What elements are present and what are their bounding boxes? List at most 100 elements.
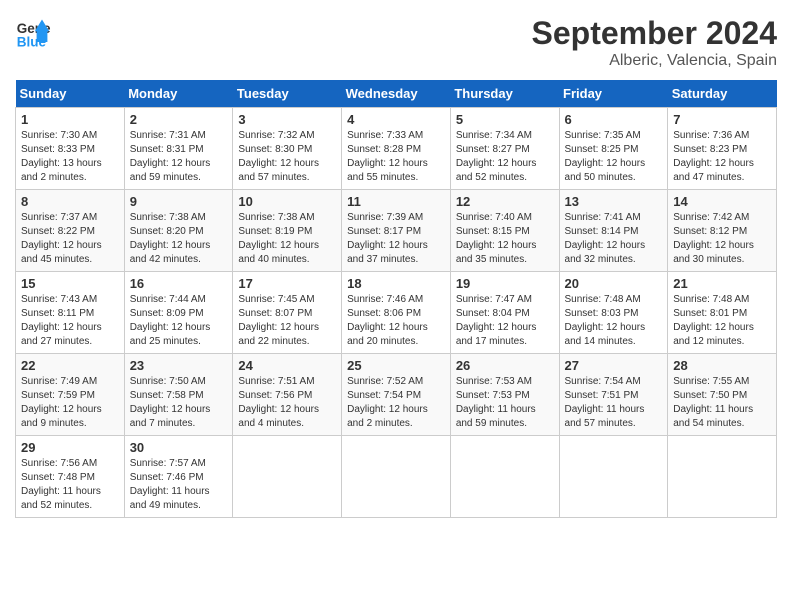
table-row: 6 Sunrise: 7:35 AMSunset: 8:25 PMDayligh… bbox=[559, 108, 668, 190]
weekday-header-saturday: Saturday bbox=[668, 80, 777, 108]
day-number: 6 bbox=[565, 112, 663, 127]
day-number: 2 bbox=[130, 112, 228, 127]
table-row: 10 Sunrise: 7:38 AMSunset: 8:19 PMDaylig… bbox=[233, 190, 342, 272]
day-number: 3 bbox=[238, 112, 336, 127]
day-detail: Sunrise: 7:40 AMSunset: 8:15 PMDaylight:… bbox=[456, 212, 537, 265]
day-number: 24 bbox=[238, 358, 336, 373]
day-detail: Sunrise: 7:43 AMSunset: 8:11 PMDaylight:… bbox=[21, 294, 102, 347]
day-detail: Sunrise: 7:49 AMSunset: 7:59 PMDaylight:… bbox=[21, 376, 102, 429]
weekday-header-thursday: Thursday bbox=[450, 80, 559, 108]
day-number: 20 bbox=[565, 276, 663, 291]
day-detail: Sunrise: 7:48 AMSunset: 8:03 PMDaylight:… bbox=[565, 294, 646, 347]
day-detail: Sunrise: 7:45 AMSunset: 8:07 PMDaylight:… bbox=[238, 294, 319, 347]
day-number: 7 bbox=[673, 112, 771, 127]
day-detail: Sunrise: 7:34 AMSunset: 8:27 PMDaylight:… bbox=[456, 130, 537, 183]
weekday-header-sunday: Sunday bbox=[16, 80, 125, 108]
title-area: September 2024 Alberic, Valencia, Spain bbox=[532, 15, 777, 70]
week-row-2: 8 Sunrise: 7:37 AMSunset: 8:22 PMDayligh… bbox=[16, 190, 777, 272]
day-detail: Sunrise: 7:46 AMSunset: 8:06 PMDaylight:… bbox=[347, 294, 428, 347]
day-number: 19 bbox=[456, 276, 554, 291]
day-number: 15 bbox=[21, 276, 119, 291]
day-number: 16 bbox=[130, 276, 228, 291]
day-number: 21 bbox=[673, 276, 771, 291]
day-detail: Sunrise: 7:47 AMSunset: 8:04 PMDaylight:… bbox=[456, 294, 537, 347]
table-row: 26 Sunrise: 7:53 AMSunset: 7:53 PMDaylig… bbox=[450, 354, 559, 436]
week-row-4: 22 Sunrise: 7:49 AMSunset: 7:59 PMDaylig… bbox=[16, 354, 777, 436]
logo: General Blue bbox=[15, 15, 51, 51]
day-number: 26 bbox=[456, 358, 554, 373]
day-detail: Sunrise: 7:32 AMSunset: 8:30 PMDaylight:… bbox=[238, 130, 319, 183]
table-row: 5 Sunrise: 7:34 AMSunset: 8:27 PMDayligh… bbox=[450, 108, 559, 190]
day-number: 23 bbox=[130, 358, 228, 373]
week-row-3: 15 Sunrise: 7:43 AMSunset: 8:11 PMDaylig… bbox=[16, 272, 777, 354]
table-row: 16 Sunrise: 7:44 AMSunset: 8:09 PMDaylig… bbox=[124, 272, 233, 354]
day-detail: Sunrise: 7:44 AMSunset: 8:09 PMDaylight:… bbox=[130, 294, 211, 347]
day-detail: Sunrise: 7:51 AMSunset: 7:56 PMDaylight:… bbox=[238, 376, 319, 429]
weekday-header-friday: Friday bbox=[559, 80, 668, 108]
day-detail: Sunrise: 7:53 AMSunset: 7:53 PMDaylight:… bbox=[456, 376, 536, 429]
table-row: 8 Sunrise: 7:37 AMSunset: 8:22 PMDayligh… bbox=[16, 190, 125, 272]
day-detail: Sunrise: 7:41 AMSunset: 8:14 PMDaylight:… bbox=[565, 212, 646, 265]
location-title: Alberic, Valencia, Spain bbox=[532, 52, 777, 70]
table-row: 3 Sunrise: 7:32 AMSunset: 8:30 PMDayligh… bbox=[233, 108, 342, 190]
day-number: 28 bbox=[673, 358, 771, 373]
table-row: 24 Sunrise: 7:51 AMSunset: 7:56 PMDaylig… bbox=[233, 354, 342, 436]
day-number: 22 bbox=[21, 358, 119, 373]
table-row: 15 Sunrise: 7:43 AMSunset: 8:11 PMDaylig… bbox=[16, 272, 125, 354]
table-row bbox=[668, 436, 777, 518]
table-row: 19 Sunrise: 7:47 AMSunset: 8:04 PMDaylig… bbox=[450, 272, 559, 354]
day-number: 9 bbox=[130, 194, 228, 209]
day-number: 14 bbox=[673, 194, 771, 209]
table-row: 29 Sunrise: 7:56 AMSunset: 7:48 PMDaylig… bbox=[16, 436, 125, 518]
day-number: 12 bbox=[456, 194, 554, 209]
weekday-header-row: SundayMondayTuesdayWednesdayThursdayFrid… bbox=[16, 80, 777, 108]
day-number: 25 bbox=[347, 358, 445, 373]
day-detail: Sunrise: 7:56 AMSunset: 7:48 PMDaylight:… bbox=[21, 458, 101, 511]
day-detail: Sunrise: 7:38 AMSunset: 8:19 PMDaylight:… bbox=[238, 212, 319, 265]
table-row: 2 Sunrise: 7:31 AMSunset: 8:31 PMDayligh… bbox=[124, 108, 233, 190]
day-detail: Sunrise: 7:30 AMSunset: 8:33 PMDaylight:… bbox=[21, 130, 102, 183]
table-row: 30 Sunrise: 7:57 AMSunset: 7:46 PMDaylig… bbox=[124, 436, 233, 518]
day-number: 11 bbox=[347, 194, 445, 209]
table-row: 23 Sunrise: 7:50 AMSunset: 7:58 PMDaylig… bbox=[124, 354, 233, 436]
day-detail: Sunrise: 7:38 AMSunset: 8:20 PMDaylight:… bbox=[130, 212, 211, 265]
day-detail: Sunrise: 7:42 AMSunset: 8:12 PMDaylight:… bbox=[673, 212, 754, 265]
week-row-5: 29 Sunrise: 7:56 AMSunset: 7:48 PMDaylig… bbox=[16, 436, 777, 518]
table-row: 9 Sunrise: 7:38 AMSunset: 8:20 PMDayligh… bbox=[124, 190, 233, 272]
table-row: 11 Sunrise: 7:39 AMSunset: 8:17 PMDaylig… bbox=[342, 190, 451, 272]
table-row: 22 Sunrise: 7:49 AMSunset: 7:59 PMDaylig… bbox=[16, 354, 125, 436]
table-row: 13 Sunrise: 7:41 AMSunset: 8:14 PMDaylig… bbox=[559, 190, 668, 272]
table-row: 25 Sunrise: 7:52 AMSunset: 7:54 PMDaylig… bbox=[342, 354, 451, 436]
day-detail: Sunrise: 7:33 AMSunset: 8:28 PMDaylight:… bbox=[347, 130, 428, 183]
table-row: 7 Sunrise: 7:36 AMSunset: 8:23 PMDayligh… bbox=[668, 108, 777, 190]
day-number: 10 bbox=[238, 194, 336, 209]
table-row bbox=[233, 436, 342, 518]
day-detail: Sunrise: 7:31 AMSunset: 8:31 PMDaylight:… bbox=[130, 130, 211, 183]
month-title: September 2024 bbox=[532, 15, 777, 52]
day-number: 1 bbox=[21, 112, 119, 127]
day-number: 18 bbox=[347, 276, 445, 291]
table-row: 18 Sunrise: 7:46 AMSunset: 8:06 PMDaylig… bbox=[342, 272, 451, 354]
day-number: 5 bbox=[456, 112, 554, 127]
table-row bbox=[559, 436, 668, 518]
table-row: 14 Sunrise: 7:42 AMSunset: 8:12 PMDaylig… bbox=[668, 190, 777, 272]
day-detail: Sunrise: 7:54 AMSunset: 7:51 PMDaylight:… bbox=[565, 376, 645, 429]
weekday-header-wednesday: Wednesday bbox=[342, 80, 451, 108]
table-row: 20 Sunrise: 7:48 AMSunset: 8:03 PMDaylig… bbox=[559, 272, 668, 354]
logo-icon: General Blue bbox=[15, 15, 51, 51]
calendar-table: SundayMondayTuesdayWednesdayThursdayFrid… bbox=[15, 80, 777, 518]
day-detail: Sunrise: 7:48 AMSunset: 8:01 PMDaylight:… bbox=[673, 294, 754, 347]
day-number: 4 bbox=[347, 112, 445, 127]
day-number: 30 bbox=[130, 440, 228, 455]
weekday-header-tuesday: Tuesday bbox=[233, 80, 342, 108]
day-number: 27 bbox=[565, 358, 663, 373]
day-detail: Sunrise: 7:37 AMSunset: 8:22 PMDaylight:… bbox=[21, 212, 102, 265]
week-row-1: 1 Sunrise: 7:30 AMSunset: 8:33 PMDayligh… bbox=[16, 108, 777, 190]
day-number: 8 bbox=[21, 194, 119, 209]
header: General Blue September 2024 Alberic, Val… bbox=[15, 15, 777, 70]
day-number: 17 bbox=[238, 276, 336, 291]
table-row: 17 Sunrise: 7:45 AMSunset: 8:07 PMDaylig… bbox=[233, 272, 342, 354]
day-detail: Sunrise: 7:57 AMSunset: 7:46 PMDaylight:… bbox=[130, 458, 210, 511]
table-row bbox=[450, 436, 559, 518]
weekday-header-monday: Monday bbox=[124, 80, 233, 108]
